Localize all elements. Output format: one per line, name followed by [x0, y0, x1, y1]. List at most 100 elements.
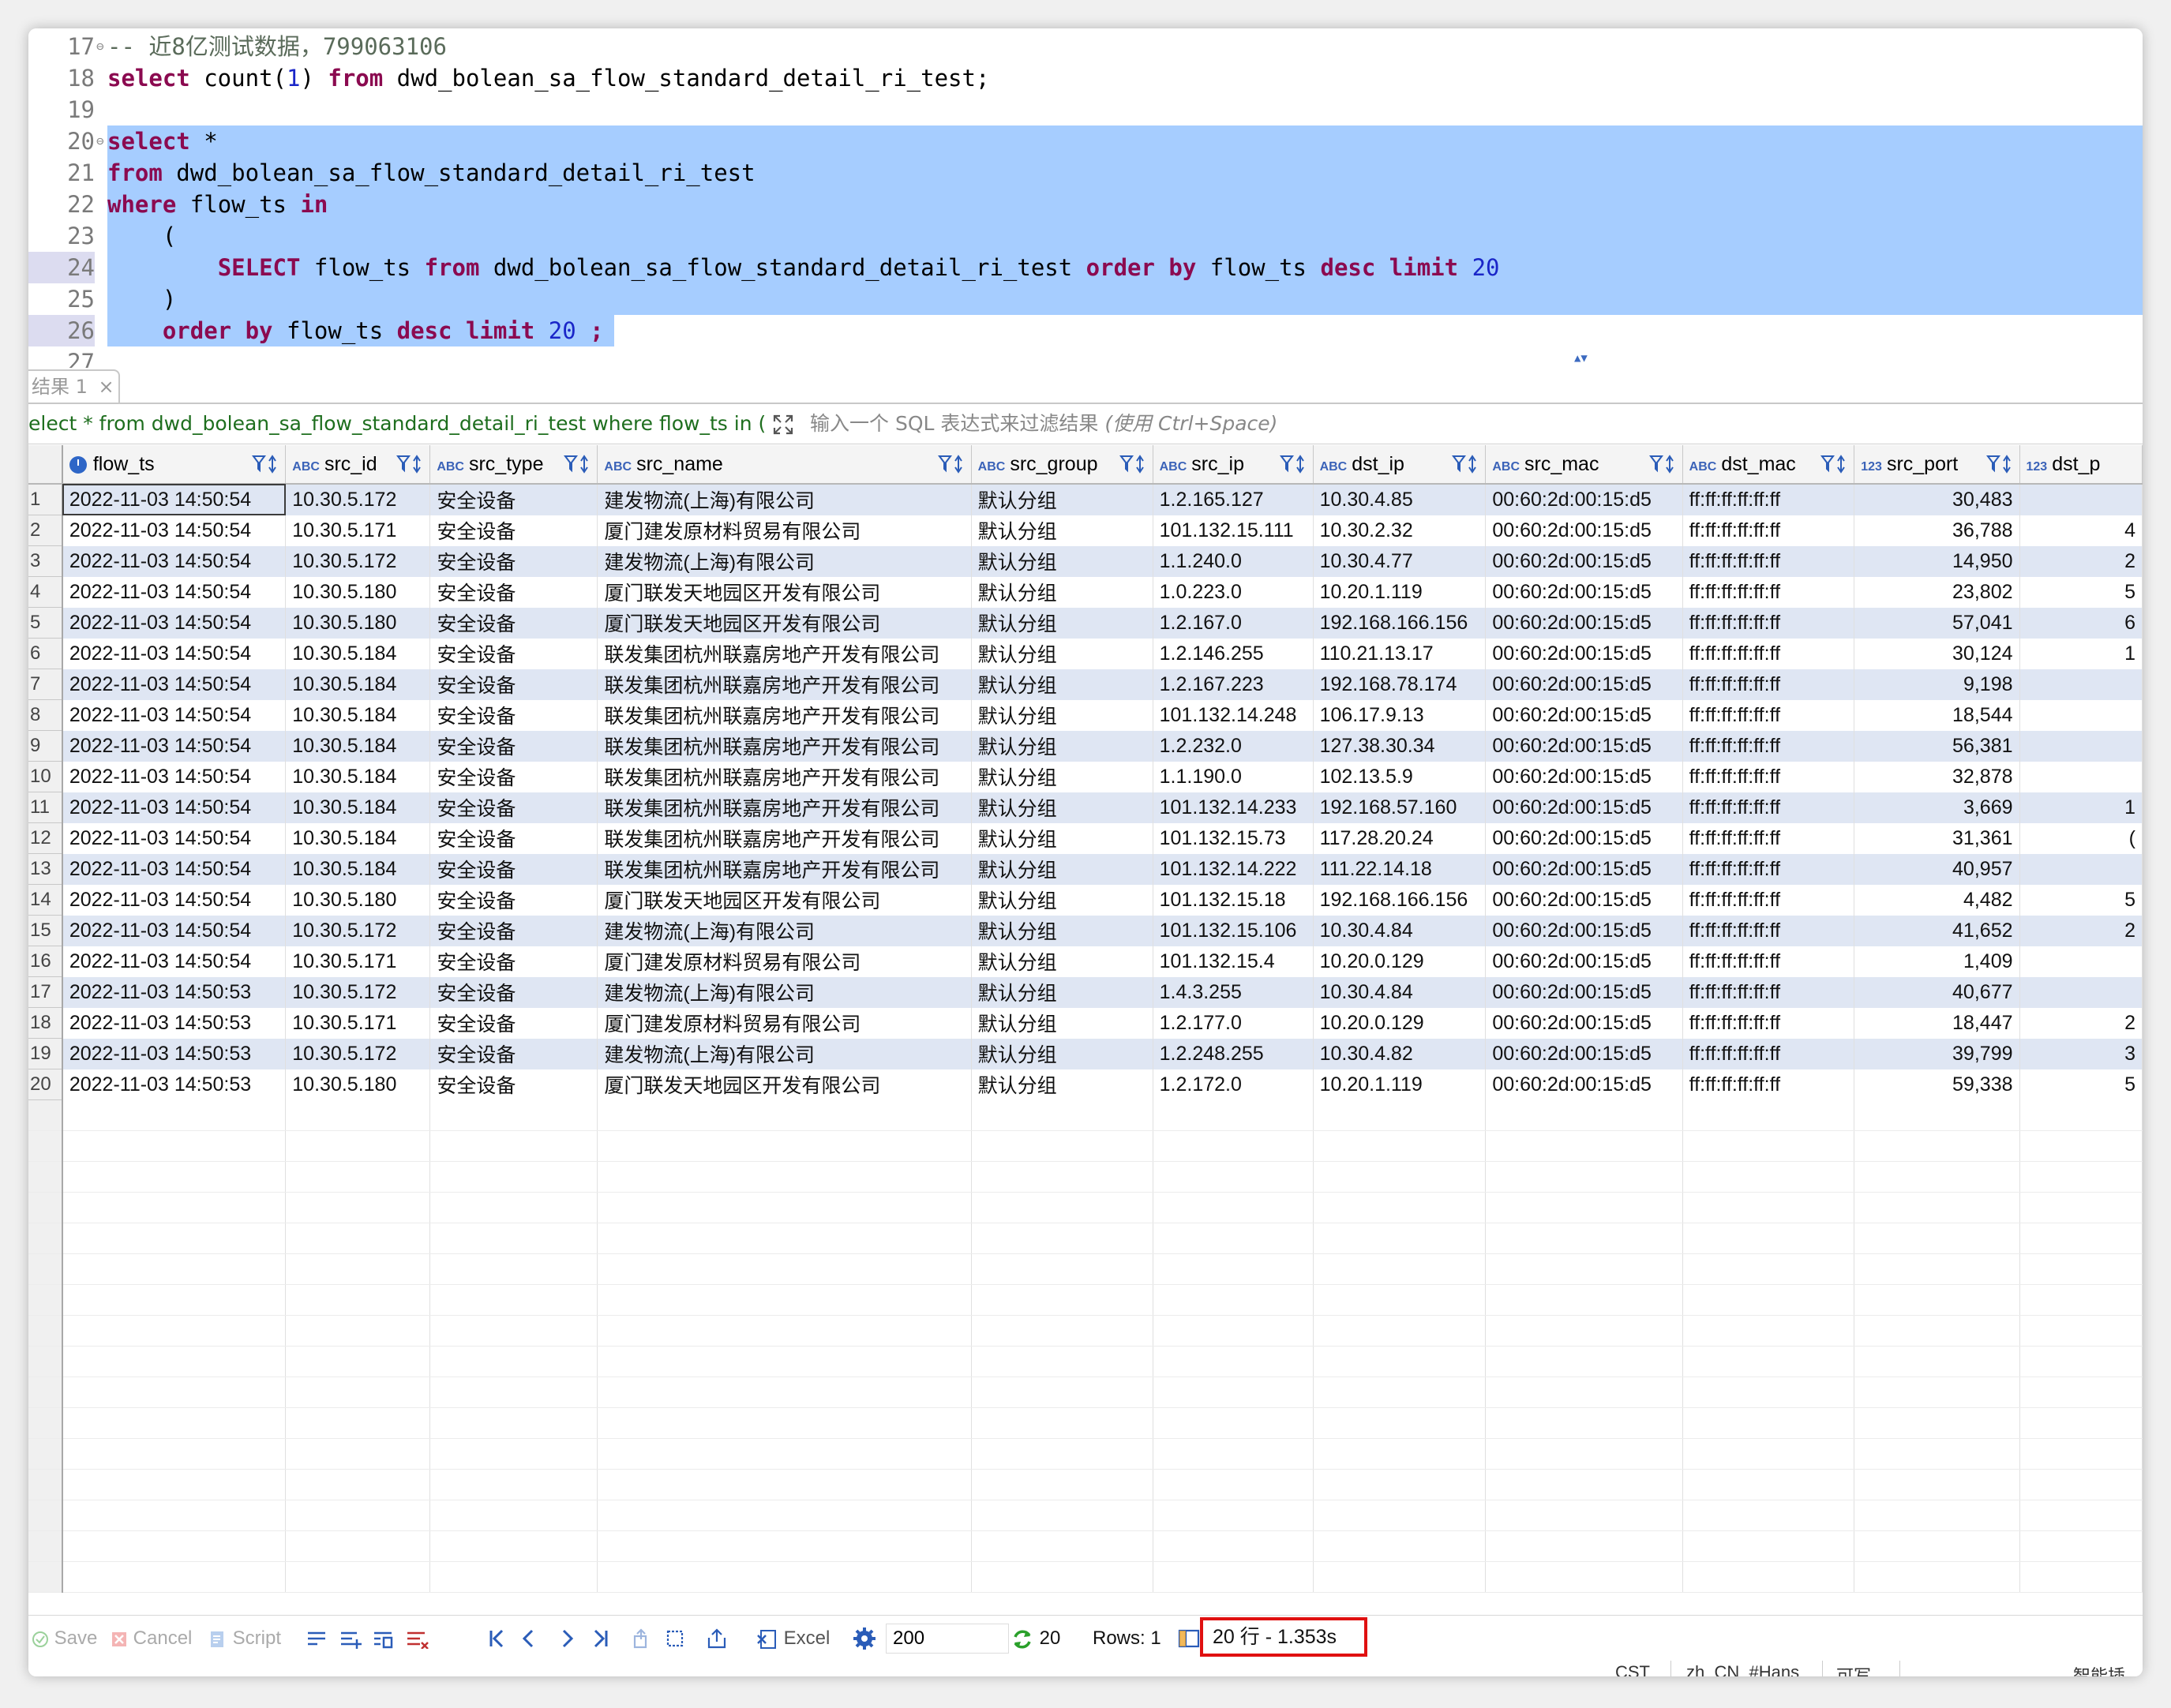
table-cell[interactable]: 10.30.2.32: [1313, 515, 1487, 546]
table-cell[interactable]: 18,544: [1854, 699, 2020, 731]
table-cell[interactable]: 安全设备: [429, 915, 598, 946]
table-cell[interactable]: 默认分组: [971, 976, 1153, 1008]
table-cell[interactable]: 101.132.15.18: [1153, 884, 1314, 916]
table-cell[interactable]: 厦门联发天地园区开发有限公司: [597, 576, 972, 608]
column-header-src-name[interactable]: ABC src_name: [597, 445, 972, 485]
table-cell[interactable]: 10.30.4.77: [1313, 545, 1487, 577]
table-cell[interactable]: [2019, 946, 2143, 977]
table-cell[interactable]: 安全设备: [429, 1038, 598, 1069]
table-cell[interactable]: 安全设备: [429, 669, 598, 700]
table-cell[interactable]: ff:ff:ff:ff:ff:ff: [1682, 1069, 1855, 1100]
table-cell[interactable]: 安全设备: [429, 545, 598, 577]
table-row[interactable]: 14 2022-11-03 14:50:54 10.30.5.180 安全设备 厦门联发…: [28, 884, 2143, 916]
row-number[interactable]: 16: [28, 946, 63, 977]
table-cell[interactable]: 安全设备: [429, 730, 598, 762]
table-cell[interactable]: 101.132.14.233: [1153, 792, 1314, 823]
filter-sort-icon[interactable]: [1119, 455, 1146, 474]
code-line[interactable]: 22 where flow_ts in: [28, 189, 2143, 220]
table-cell[interactable]: ff:ff:ff:ff:ff:ff: [1682, 1038, 1855, 1069]
column-header-src-ip[interactable]: ABC src_ip: [1153, 445, 1314, 485]
table-cell[interactable]: 10.30.4.85: [1313, 484, 1487, 515]
table-cell[interactable]: 默认分组: [971, 915, 1153, 946]
table-row[interactable]: 1 2022-11-03 14:50:54 10.30.5.172 安全设备 建发物流(…: [28, 484, 2143, 515]
sql-editor[interactable]: 17 ⊖ -- 近8亿测试数据，799063106 18 select count(1)…: [28, 28, 2143, 368]
filter-sort-icon[interactable]: [564, 455, 591, 474]
row-number[interactable]: 11: [28, 792, 63, 823]
table-cell[interactable]: 默认分组: [971, 730, 1153, 762]
table-cell[interactable]: 10.30.4.84: [1313, 976, 1487, 1008]
filter-sort-icon[interactable]: [937, 455, 965, 474]
table-cell[interactable]: [2019, 976, 2143, 1008]
table-cell[interactable]: 默认分组: [971, 515, 1153, 546]
column-header-dst-mac[interactable]: ABC dst_mac: [1682, 445, 1855, 485]
table-cell[interactable]: 联发集团杭州联嘉房地产开发有限公司: [597, 792, 972, 823]
table-cell[interactable]: 2: [2019, 915, 2143, 946]
table-cell[interactable]: 2022-11-03 14:50:54: [62, 853, 287, 885]
table-cell[interactable]: 1.2.167.223: [1153, 669, 1314, 700]
row-number[interactable]: 19: [28, 1038, 63, 1069]
table-cell[interactable]: ff:ff:ff:ff:ff:ff: [1682, 946, 1855, 977]
results-grid[interactable]: flow_ts ABC src_id ABC src_type ABC src_name AB…: [28, 445, 2143, 1613]
table-cell[interactable]: 厦门建发原材料贸易有限公司: [597, 515, 972, 546]
row-number[interactable]: 18: [28, 1007, 63, 1039]
table-cell[interactable]: [2019, 761, 2143, 792]
table-cell[interactable]: ff:ff:ff:ff:ff:ff: [1682, 1007, 1855, 1039]
table-cell[interactable]: 10.30.5.171: [285, 946, 431, 977]
table-cell[interactable]: 默认分组: [971, 484, 1153, 515]
table-cell[interactable]: 18,447: [1854, 1007, 2020, 1039]
table-row[interactable]: 13 2022-11-03 14:50:54 10.30.5.184 安全设备 联发集团…: [28, 853, 2143, 885]
table-cell[interactable]: 安全设备: [429, 576, 598, 608]
table-cell[interactable]: 00:60:2d:00:15:d5: [1485, 607, 1683, 639]
table-cell[interactable]: 00:60:2d:00:15:d5: [1485, 1007, 1683, 1039]
table-cell[interactable]: 30,483: [1854, 484, 2020, 515]
table-cell[interactable]: 10.30.5.180: [285, 884, 431, 916]
table-cell[interactable]: 2022-11-03 14:50:54: [62, 515, 287, 546]
column-header-src-group[interactable]: ABC src_group: [971, 445, 1153, 485]
table-cell[interactable]: 3,669: [1854, 792, 2020, 823]
table-cell[interactable]: 默认分组: [971, 607, 1153, 639]
table-cell[interactable]: 联发集团杭州联嘉房地产开发有限公司: [597, 699, 972, 731]
column-header-flow-ts[interactable]: flow_ts: [62, 445, 287, 485]
row-number[interactable]: 9: [28, 730, 63, 762]
fold-icon[interactable]: ⊖: [96, 31, 104, 62]
filter-sort-icon[interactable]: [1279, 455, 1307, 474]
table-row[interactable]: 8 2022-11-03 14:50:54 10.30.5.184 安全设备 联发集团杭…: [28, 699, 2143, 731]
table-cell[interactable]: 联发集团杭州联嘉房地产开发有限公司: [597, 853, 972, 885]
table-row[interactable]: 4 2022-11-03 14:50:54 10.30.5.180 安全设备 厦门联发天…: [28, 576, 2143, 608]
table-cell[interactable]: 10.20.0.129: [1313, 1007, 1487, 1039]
table-cell[interactable]: 111.22.14.18: [1313, 853, 1487, 885]
table-cell[interactable]: 101.132.15.106: [1153, 915, 1314, 946]
table-cell[interactable]: 10.30.4.84: [1313, 915, 1487, 946]
table-cell[interactable]: 安全设备: [429, 946, 598, 977]
table-cell[interactable]: 00:60:2d:00:15:d5: [1485, 853, 1683, 885]
table-cell[interactable]: 安全设备: [429, 699, 598, 731]
table-cell[interactable]: 00:60:2d:00:15:d5: [1485, 884, 1683, 916]
table-cell[interactable]: 1.2.172.0: [1153, 1069, 1314, 1100]
table-cell[interactable]: 00:60:2d:00:15:d5: [1485, 515, 1683, 546]
table-cell[interactable]: 2: [2019, 1007, 2143, 1039]
table-cell[interactable]: 117.28.20.24: [1313, 822, 1487, 854]
table-cell[interactable]: 默认分组: [971, 576, 1153, 608]
column-header-src-mac[interactable]: ABC src_mac: [1485, 445, 1683, 485]
table-cell[interactable]: 00:60:2d:00:15:d5: [1485, 545, 1683, 577]
table-cell[interactable]: 101.132.15.111: [1153, 515, 1314, 546]
table-cell[interactable]: 默认分组: [971, 1038, 1153, 1069]
table-row[interactable]: 11 2022-11-03 14:50:54 10.30.5.184 安全设备 联发集团…: [28, 792, 2143, 823]
table-cell[interactable]: 2022-11-03 14:50:53: [62, 976, 287, 1008]
table-cell[interactable]: 00:60:2d:00:15:d5: [1485, 761, 1683, 792]
table-cell[interactable]: [2019, 669, 2143, 700]
table-cell[interactable]: 106.17.9.13: [1313, 699, 1487, 731]
table-cell[interactable]: 默认分组: [971, 545, 1153, 577]
table-cell[interactable]: 默认分组: [971, 638, 1153, 669]
table-cell[interactable]: 10.30.4.82: [1313, 1038, 1487, 1069]
table-cell[interactable]: ff:ff:ff:ff:ff:ff: [1682, 669, 1855, 700]
table-cell[interactable]: 192.168.57.160: [1313, 792, 1487, 823]
row-number[interactable]: 6: [28, 638, 63, 669]
filter-sort-icon[interactable]: [1452, 455, 1479, 474]
table-cell[interactable]: 39,799: [1854, 1038, 2020, 1069]
table-cell[interactable]: 2022-11-03 14:50:54: [62, 822, 287, 854]
column-header-src-id[interactable]: ABC src_id: [285, 445, 431, 485]
table-cell[interactable]: ff:ff:ff:ff:ff:ff: [1682, 822, 1855, 854]
table-row[interactable]: 3 2022-11-03 14:50:54 10.30.5.172 安全设备 建发物流(…: [28, 545, 2143, 577]
table-cell[interactable]: 联发集团杭州联嘉房地产开发有限公司: [597, 822, 972, 854]
